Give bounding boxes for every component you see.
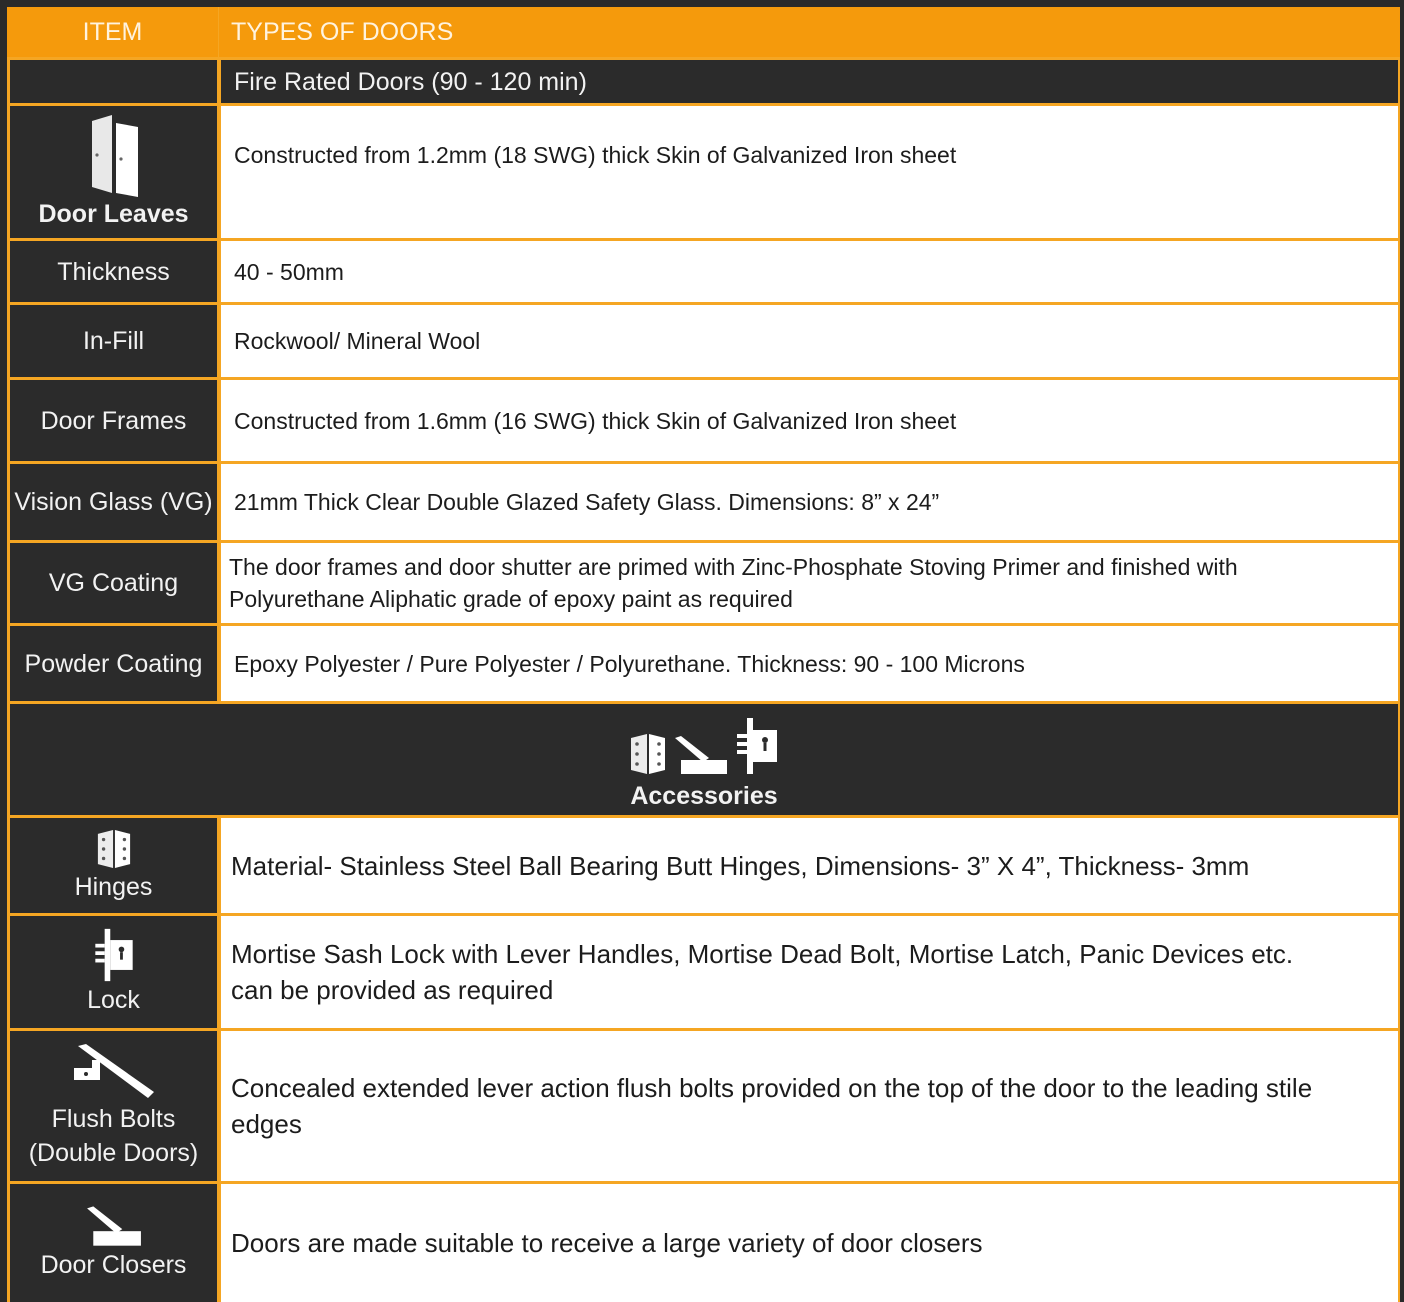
- row-value: Rockwool/ Mineral Wool: [221, 305, 1398, 377]
- door-closer-icon: [675, 736, 727, 774]
- door-type-row: Fire Rated Doors (90 - 120 min): [7, 60, 1400, 103]
- door-type-blank: [10, 60, 217, 103]
- row-value: Epoxy Polyester / Pure Polyester / Polyu…: [221, 626, 1398, 701]
- hinge-icon: [631, 734, 665, 774]
- row-label-text: (Double Doors): [28, 1139, 199, 1167]
- row-label-text: Hinges: [74, 872, 153, 901]
- table-row: Door Frames Constructed from 1.6mm (16 S…: [7, 380, 1400, 461]
- row-label: Hinges: [10, 818, 217, 913]
- row-value: Constructed from 1.6mm (16 SWG) thick Sk…: [221, 380, 1398, 461]
- door-leaves-icon: [91, 115, 138, 197]
- row-label: Flush Bolts (Double Doors): [10, 1031, 217, 1181]
- row-label-text: Lock: [87, 986, 140, 1014]
- table-row: Lock Mortise Sash Lock with Lever Handle…: [7, 916, 1400, 1028]
- accessories-title: Accessories: [630, 782, 778, 810]
- table-row: Hinges Material- Stainless Steel Ball Be…: [7, 818, 1400, 913]
- door-type-title: Fire Rated Doors (90 - 120 min): [221, 60, 1398, 103]
- accessories-header: Accessories: [10, 704, 1398, 815]
- table-row: Door Closers Doors are made suitable to …: [7, 1184, 1400, 1302]
- specification-table: ITEM TYPES OF DOORS Fire Rated Doors (90…: [7, 7, 1400, 1302]
- lock-icon: [94, 928, 133, 982]
- types-column-header: TYPES OF DOORS: [219, 7, 1400, 57]
- row-label: Vision Glass (VG): [10, 464, 217, 540]
- row-label-text: Flush Bolts: [51, 1105, 176, 1133]
- row-label: Lock: [10, 916, 217, 1028]
- table-row: Powder Coating Epoxy Polyester / Pure Po…: [7, 626, 1400, 701]
- flush-bolt-icon: [73, 1044, 154, 1098]
- table-row: Thickness 40 - 50mm: [7, 241, 1400, 302]
- row-label: Door Leaves: [10, 106, 217, 238]
- table-row: Vision Glass (VG) 21mm Thick Clear Doubl…: [7, 464, 1400, 540]
- row-label-text: Door Leaves: [38, 200, 189, 228]
- accessories-icons: [629, 716, 779, 776]
- row-label: VG Coating: [10, 543, 217, 623]
- table-row: Door Leaves Constructed from 1.2mm (18 S…: [7, 106, 1400, 238]
- row-label: In-Fill: [10, 305, 217, 377]
- table-row: In-Fill Rockwool/ Mineral Wool: [7, 305, 1400, 377]
- row-value: Doors are made suitable to receive a lar…: [221, 1184, 1398, 1302]
- row-label: Door Frames: [10, 380, 217, 461]
- table-row: Flush Bolts (Double Doors) Concealed ext…: [7, 1031, 1400, 1181]
- row-label: Door Closers: [10, 1184, 217, 1302]
- table-row: VG Coating The door frames and door shut…: [7, 543, 1400, 623]
- row-value: The door frames and door shutter are pri…: [221, 543, 1398, 623]
- row-value: 21mm Thick Clear Double Glazed Safety Gl…: [221, 464, 1398, 540]
- lock-icon: [737, 718, 777, 774]
- row-value: 40 - 50mm: [221, 241, 1398, 302]
- hinge-icon: [97, 829, 130, 868]
- item-column-header: ITEM: [7, 7, 218, 57]
- row-value: Material- Stainless Steel Ball Bearing B…: [221, 818, 1398, 913]
- accessories-banner: Accessories: [7, 704, 1400, 815]
- row-value: Constructed from 1.2mm (18 SWG) thick Sk…: [221, 106, 1398, 238]
- door-closer-icon: [86, 1206, 141, 1246]
- row-label: Powder Coating: [10, 626, 217, 701]
- row-label-text: Door Closers: [40, 1251, 187, 1279]
- row-label: Thickness: [10, 241, 217, 302]
- row-value: Mortise Sash Lock with Lever Handles, Mo…: [221, 916, 1398, 1028]
- table-header: ITEM TYPES OF DOORS: [7, 7, 1400, 57]
- row-value: Concealed extended lever action flush bo…: [221, 1031, 1398, 1181]
